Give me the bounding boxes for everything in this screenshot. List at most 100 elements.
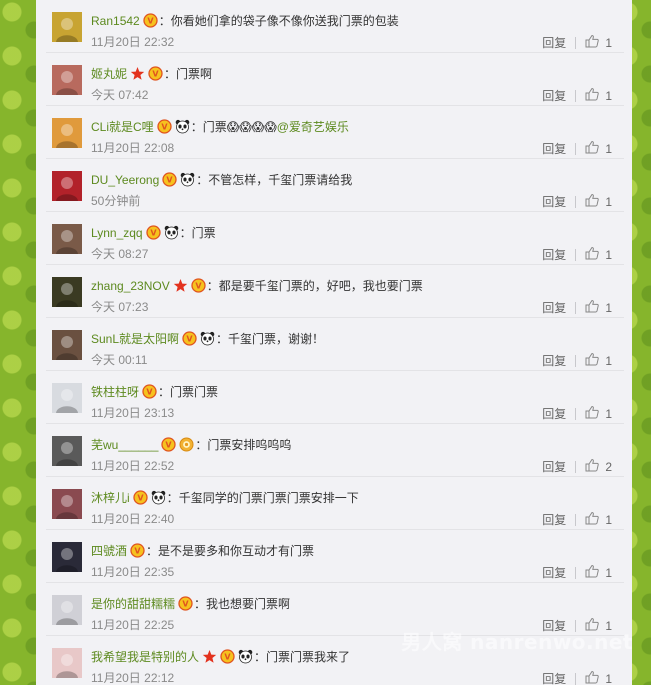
user-name-link[interactable]: 芜wu______ — [91, 438, 158, 452]
avatar[interactable] — [52, 542, 82, 572]
comment-item: DU_Yeerong V ：不管怎样，千玺门票请给我 50分钟前 回复 1 — [46, 159, 624, 212]
user-name-link[interactable]: SunL就是太阳啊 — [91, 332, 179, 346]
comment-content: 沐梓儿i V ：千玺同学的门票门票门票安排一下 — [91, 490, 359, 506]
reply-button[interactable]: 回复 — [542, 511, 566, 528]
like-button[interactable]: 1 — [585, 564, 612, 581]
comment-content: 芜wu______ V ：门票安排呜呜呜 — [91, 437, 291, 453]
divider — [575, 354, 577, 367]
divider — [575, 195, 577, 208]
avatar[interactable] — [52, 277, 82, 307]
comment-text: 门票啊 — [176, 67, 213, 81]
reply-button[interactable]: 回复 — [542, 405, 566, 422]
comment-item: 是你的甜甜糯糯 V ：我也想要门票啊 11月20日 22:25 回复 1 — [46, 583, 624, 636]
divider — [575, 407, 577, 420]
user-name-link[interactable]: 铁柱柱呀 — [91, 385, 139, 399]
avatar[interactable] — [52, 118, 82, 148]
avatar[interactable] — [52, 383, 82, 413]
avatar[interactable] — [52, 648, 82, 678]
user-name-link[interactable]: Ran1542 — [91, 14, 140, 28]
like-count: 1 — [605, 512, 612, 527]
comment-content: zhang_23NOV V ：都是要千玺门票的，好吧，我也要门票 — [91, 278, 423, 294]
reply-button[interactable]: 回复 — [542, 299, 566, 316]
like-count: 1 — [605, 353, 612, 368]
comment-item: 姬丸妮 V ：门票啊 今天 07:42 回复 1 — [46, 53, 624, 106]
like-button[interactable]: 2 — [585, 458, 612, 475]
svg-text:V: V — [166, 441, 173, 450]
reply-button[interactable]: 回复 — [542, 670, 566, 685]
reply-button[interactable]: 回复 — [542, 193, 566, 210]
reply-button[interactable]: 回复 — [542, 246, 566, 263]
like-count: 1 — [605, 565, 612, 580]
user-name-link[interactable]: CLi就是C哩 — [91, 120, 154, 134]
panda-icon — [180, 172, 195, 187]
avatar[interactable] — [52, 224, 82, 254]
comment-time: 11月20日 23:13 — [91, 406, 175, 420]
user-name-link[interactable]: 四號酒 — [91, 544, 127, 558]
like-button[interactable]: 1 — [585, 352, 612, 369]
avatar[interactable] — [52, 489, 82, 519]
like-button[interactable]: 1 — [585, 511, 612, 528]
divider — [575, 301, 577, 314]
comment-time: 今天 07:23 — [91, 300, 149, 314]
like-button[interactable]: 1 — [585, 670, 612, 685]
comment-time: 11月20日 22:25 — [91, 618, 175, 632]
panda-icon — [164, 225, 179, 240]
like-button[interactable]: 1 — [585, 405, 612, 422]
user-name-link[interactable]: 沐梓儿i — [91, 491, 130, 505]
avatar[interactable] — [52, 65, 82, 95]
avatar[interactable] — [52, 330, 82, 360]
reply-button[interactable]: 回复 — [542, 34, 566, 51]
comment-content: SunL就是太阳啊 V ：千玺门票，谢谢！ — [91, 331, 324, 347]
avatar[interactable] — [52, 171, 82, 201]
divider — [575, 89, 577, 102]
like-button[interactable]: 1 — [585, 193, 612, 210]
thumbs-up-icon — [585, 670, 605, 685]
like-button[interactable]: 1 — [585, 246, 612, 263]
user-name-link[interactable]: 姬丸妮 — [91, 67, 127, 81]
like-count: 1 — [605, 141, 612, 156]
colon: ： — [254, 650, 267, 664]
like-button[interactable]: 1 — [585, 87, 612, 104]
mention-link[interactable]: @爱奇艺娱乐 — [277, 120, 349, 134]
vip-icon: V — [162, 172, 177, 187]
reply-button[interactable]: 回复 — [542, 87, 566, 104]
reply-button[interactable]: 回复 — [542, 458, 566, 475]
comment-item: 四號酒 V ：是不是要多和你互动才有门票 11月20日 22:35 回复 1 — [46, 530, 624, 583]
user-name-link[interactable]: Lynn_zqq — [91, 226, 143, 240]
like-count: 2 — [605, 459, 612, 474]
like-button[interactable]: 1 — [585, 617, 612, 634]
comment-text: 千玺门票，谢谢！ — [228, 332, 325, 346]
reply-button[interactable]: 回复 — [542, 352, 566, 369]
comment-text: 都是要千玺门票的，好吧，我也要门票 — [218, 279, 423, 293]
svg-text:V: V — [134, 547, 141, 556]
comment-item: zhang_23NOV V ：都是要千玺门票的，好吧，我也要门票 今天 07:23 回复… — [46, 265, 624, 318]
like-button[interactable]: 1 — [585, 299, 612, 316]
comment-time: 11月20日 22:40 — [91, 512, 175, 526]
user-name-link[interactable]: 是你的甜甜糯糯 — [91, 597, 175, 611]
user-name-link[interactable]: zhang_23NOV — [91, 279, 170, 293]
like-count: 1 — [605, 194, 612, 209]
like-count: 1 — [605, 406, 612, 421]
thumbs-up-icon — [585, 140, 605, 157]
avatar[interactable] — [52, 436, 82, 466]
like-count: 1 — [605, 35, 612, 50]
like-count: 1 — [605, 618, 612, 633]
user-name-link[interactable]: DU_Yeerong — [91, 173, 159, 187]
vip-icon: V — [220, 649, 235, 664]
divider — [575, 566, 577, 579]
reply-button[interactable]: 回复 — [542, 564, 566, 581]
reply-button[interactable]: 回复 — [542, 140, 566, 157]
divider — [575, 513, 577, 526]
avatar[interactable] — [52, 595, 82, 625]
reply-button[interactable]: 回复 — [542, 617, 566, 634]
user-name-link[interactable]: 我希望我是特别的人 — [91, 650, 199, 664]
comment-content: Ran1542 V ：你看她们拿的袋子像不像你送我门票的包装 — [91, 13, 399, 29]
like-button[interactable]: 1 — [585, 34, 612, 51]
vip-icon: V — [157, 119, 172, 134]
like-button[interactable]: 1 — [585, 140, 612, 157]
avatar[interactable] — [52, 12, 82, 42]
comment-item: Ran1542 V ：你看她们拿的袋子像不像你送我门票的包装 11月20日 22:32… — [46, 0, 624, 53]
comment-actions: 回复 1 — [542, 193, 612, 210]
colon: ： — [179, 226, 192, 240]
colon: ： — [196, 173, 209, 187]
